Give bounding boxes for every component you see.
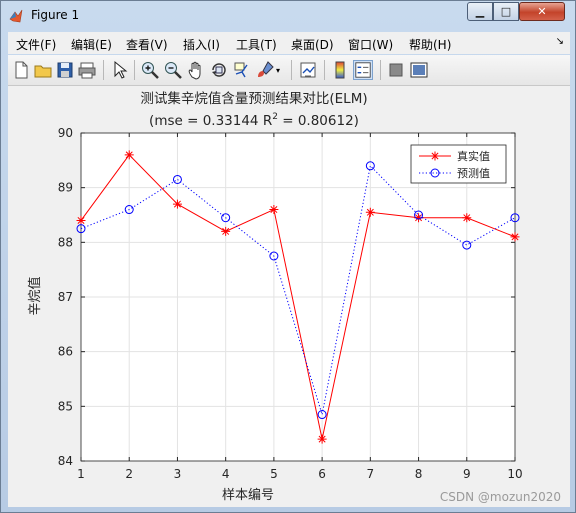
legend-label: 真实值 <box>457 149 490 163</box>
toolbar-separator <box>291 60 292 80</box>
x-tick-label: 10 <box>507 467 522 481</box>
brush-dropdown-icon[interactable]: ▾ <box>276 66 286 86</box>
series-1-point <box>172 199 182 209</box>
watermark: CSDN @mozun2020 <box>439 490 561 504</box>
chart-subtitle: (mse = 0.33144 R2 = 0.80612) <box>149 112 359 129</box>
zoom-out-icon[interactable] <box>163 60 183 80</box>
menu-window[interactable]: 窗口(W) <box>348 36 393 53</box>
chart-subtitle-part: = 0.80612) <box>278 113 359 129</box>
y-tick-label: 89 <box>58 181 73 195</box>
chart-title: 测试集辛烷值含量预测结果对比(ELM) <box>140 91 367 107</box>
x-axis-label: 样本编号 <box>222 488 274 503</box>
show-plot-tools-icon[interactable] <box>409 60 429 80</box>
menu-desktop[interactable]: 桌面(D) <box>291 36 334 53</box>
print-icon[interactable] <box>77 60 97 80</box>
hide-plot-tools-icon[interactable] <box>386 60 406 80</box>
x-tick-label: 4 <box>222 467 230 481</box>
pointer-icon[interactable] <box>109 60 129 80</box>
menu-edit[interactable]: 编辑(E) <box>71 36 112 53</box>
toolbar-separator <box>103 60 104 80</box>
menu-view[interactable]: 查看(V) <box>126 36 168 53</box>
zoom-in-icon[interactable] <box>140 60 160 80</box>
close-button[interactable]: ✕ <box>519 2 565 21</box>
maximize-button[interactable]: □ <box>493 2 519 21</box>
y-tick-label: 88 <box>58 235 73 249</box>
menu-tools[interactable]: 工具(T) <box>236 36 277 53</box>
matlab-logo-icon <box>9 9 23 23</box>
chart-area: 1 2 3 4 5 6 7 8 9 1084858687888990真实值预测值 测试集辛烷值含量… <box>27 91 523 503</box>
menu-insert[interactable]: 插入(I) <box>183 36 220 53</box>
title-bar[interactable]: Figure 1 ▁ □ ✕ <box>1 1 575 31</box>
menu-file[interactable]: 文件(F) <box>16 36 56 53</box>
save-icon[interactable] <box>55 60 75 80</box>
x-tick-label: 1 <box>77 467 85 481</box>
minimize-icon: ▁ <box>475 5 485 18</box>
menu-bar: 文件(F) 编辑(E) 查看(V) 插入(I) 工具(T) 桌面(D) 窗口(W… <box>8 32 570 54</box>
window-title: Figure 1 <box>31 8 80 22</box>
figure-canvas: 1 2 3 4 5 6 7 8 9 10 84 85 86 87 88 89 90 真实值 预测值 测试集辛烷值含量… <box>8 86 570 507</box>
maximize-icon: □ <box>500 5 512 18</box>
brush-icon[interactable] <box>255 60 275 80</box>
series-1-point <box>462 213 472 223</box>
x-tick-label: 8 <box>415 467 423 481</box>
series-1-point <box>76 215 86 225</box>
series-1-point <box>124 150 134 160</box>
series-1-point <box>317 434 327 444</box>
toolbar-separator <box>380 60 381 80</box>
y-tick-label: 84 <box>58 454 73 468</box>
open-folder-icon[interactable] <box>33 60 53 80</box>
toolbar-separator <box>324 60 325 80</box>
toolbar-separator <box>134 60 135 80</box>
y-tick-label: 86 <box>58 345 73 359</box>
legend-icon[interactable] <box>353 60 373 80</box>
figure-window: Figure 1 ▁ □ ✕ 文件(F) 编辑(E) 查看(V) 插入(I) 工… <box>0 0 576 513</box>
series-1-point <box>365 207 375 217</box>
x-tick-label: 6 <box>318 467 326 481</box>
chart-subtitle-part: (mse = 0.33144 R <box>149 113 272 129</box>
menu-help[interactable]: 帮助(H) <box>409 36 451 53</box>
y-tick-label: 87 <box>58 290 73 304</box>
close-icon: ✕ <box>537 5 547 18</box>
legend-label: 预测值 <box>457 167 490 180</box>
legend-marker <box>430 151 440 161</box>
menu-overflow-icon[interactable]: ↘ <box>556 36 564 47</box>
minimize-button[interactable]: ▁ <box>467 2 493 21</box>
colorbar-icon[interactable] <box>330 60 350 80</box>
new-file-icon[interactable] <box>11 60 31 80</box>
y-axis-label: 辛烷值 <box>27 276 43 315</box>
y-tick-label: 90 <box>58 126 73 140</box>
series-1-point <box>221 226 231 236</box>
data-cursor-icon[interactable] <box>232 60 252 80</box>
x-tick-label: 7 <box>367 467 375 481</box>
x-tick-label: 2 <box>125 467 133 481</box>
series-1-point <box>510 232 520 242</box>
figure-toolbar: ▾ <box>8 55 570 86</box>
pan-hand-icon[interactable] <box>186 60 206 80</box>
x-tick-label: 9 <box>463 467 471 481</box>
link-plot-icon[interactable] <box>298 60 318 80</box>
rotate-3d-icon[interactable] <box>209 60 229 80</box>
x-tick-label: 5 <box>270 467 278 481</box>
x-tick-label: 3 <box>174 467 182 481</box>
y-tick-label: 85 <box>58 399 73 413</box>
series-1-point <box>269 205 279 215</box>
